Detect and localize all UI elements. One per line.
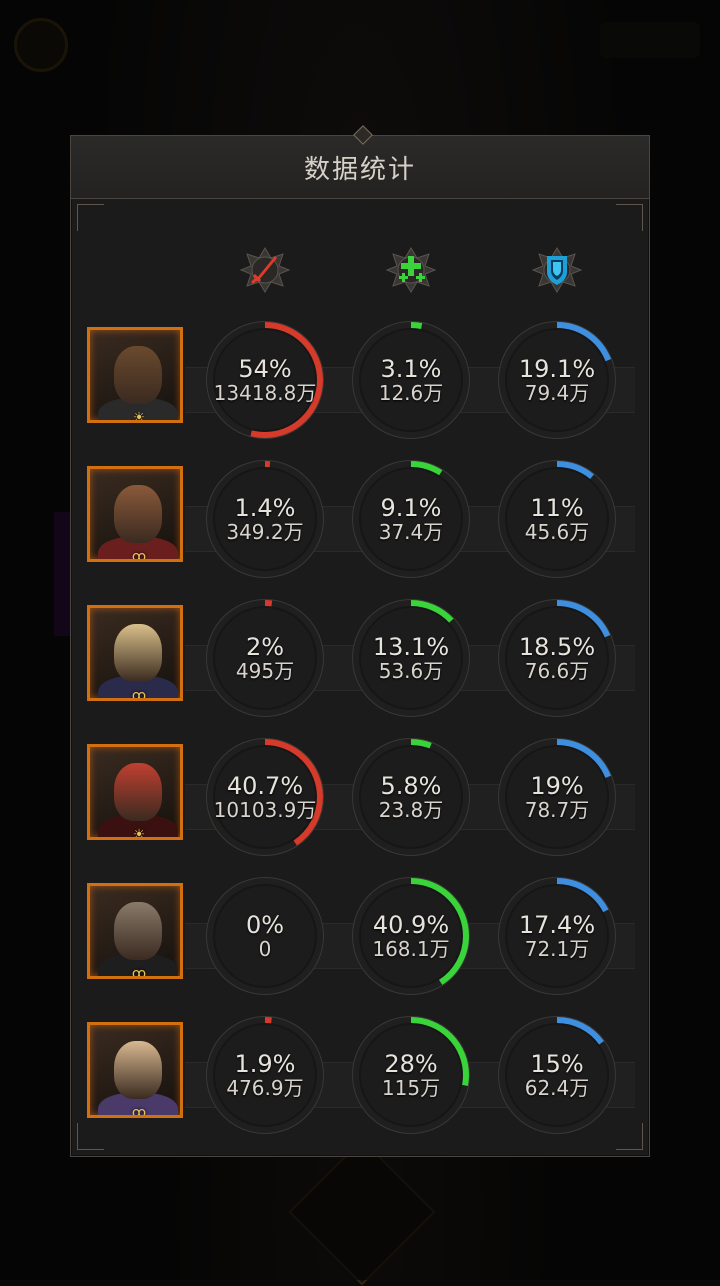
- tank-percent: 11%: [530, 494, 584, 522]
- hero-portrait[interactable]: ꝏ: [87, 1022, 183, 1118]
- damage-amount: 10103.9万: [213, 798, 317, 822]
- heal-share-ring: 3.1% 12.6万: [351, 320, 471, 440]
- tank-amount: 76.6万: [524, 659, 590, 683]
- tank-percent: 17.4%: [518, 911, 596, 939]
- damage-amount: 349.2万: [226, 520, 304, 544]
- damage-share-ring: 1.9% 476.9万: [205, 1015, 325, 1135]
- hero-rank-badge-icon: ꝏ: [131, 1105, 147, 1118]
- damage-share-ring: 1.4% 349.2万: [205, 459, 325, 579]
- hero-stat-row: ꝏ 2% 495万 13.1% 53.6万 18.5% 76.6万: [85, 599, 637, 733]
- tank-amount: 62.4万: [524, 1076, 590, 1100]
- hero-rank-badge-icon: ꝏ: [131, 549, 147, 562]
- heal-percent: 13.1%: [372, 633, 450, 661]
- heal-percent: 28%: [384, 1050, 438, 1078]
- damage-amount: 13418.8万: [213, 381, 317, 405]
- damage-percent: 0%: [245, 911, 285, 939]
- tank-share-ring: 19.1% 79.4万: [497, 320, 617, 440]
- heal-amount: 53.6万: [378, 659, 444, 683]
- hero-portrait[interactable]: ꝏ: [87, 466, 183, 562]
- hero-stat-row: ꝏ 1.9% 476.9万 28% 115万 15% 62.4万: [85, 1016, 637, 1150]
- tank-amount: 45.6万: [524, 520, 590, 544]
- tank-share-ring: 11% 45.6万: [497, 459, 617, 579]
- heal-amount: 37.4万: [378, 520, 444, 544]
- tank-share-ring: 15% 62.4万: [497, 1015, 617, 1135]
- damage-percent: 40.7%: [226, 772, 304, 800]
- hero-portrait[interactable]: ꝏ: [87, 883, 183, 979]
- heal-share-ring: 9.1% 37.4万: [351, 459, 471, 579]
- hero-rank-badge-icon: ꝏ: [131, 688, 147, 701]
- tank-amount: 79.4万: [524, 381, 590, 405]
- heal-amount: 115万: [381, 1076, 441, 1100]
- tank-percent: 19%: [530, 772, 584, 800]
- tank-percent: 18.5%: [518, 633, 596, 661]
- heal-share-ring: 5.8% 23.8万: [351, 737, 471, 857]
- damage-amount: 476.9万: [226, 1076, 304, 1100]
- sword-icon: [239, 244, 291, 296]
- damage-share-ring: 2% 495万: [205, 598, 325, 718]
- hero-stat-row: ꝏ 0% 0 40.9% 168.1万 17.4% 72.1万: [85, 877, 637, 1011]
- heal-percent: 5.8%: [380, 772, 442, 800]
- tank-amount: 78.7万: [524, 798, 590, 822]
- heal-amount: 23.8万: [378, 798, 444, 822]
- corner-ornament: [77, 204, 104, 231]
- panel-header: 数据统计: [71, 125, 649, 199]
- tank-amount: 72.1万: [524, 937, 590, 961]
- hero-rank-badge-icon: ☀: [132, 827, 146, 840]
- heal-amount: 168.1万: [372, 937, 450, 961]
- damage-percent: 1.9%: [234, 1050, 296, 1078]
- tank-percent: 15%: [530, 1050, 584, 1078]
- heal-plus-icon: [385, 244, 437, 296]
- heal-share-ring: 28% 115万: [351, 1015, 471, 1135]
- damage-amount: 495万: [235, 659, 295, 683]
- hero-stat-row: ☀ 40.7% 10103.9万 5.8% 23.8万 19% 78.7万: [85, 738, 637, 872]
- damage-percent: 2%: [245, 633, 285, 661]
- tank-share-ring: 17.4% 72.1万: [497, 876, 617, 996]
- damage-share-ring: 54% 13418.8万: [205, 320, 325, 440]
- damage-amount: 0: [258, 937, 272, 961]
- damage-share-ring: 40.7% 10103.9万: [205, 737, 325, 857]
- panel-title: 数据统计: [303, 154, 416, 185]
- heal-amount: 12.6万: [378, 381, 444, 405]
- tank-share-ring: 19% 78.7万: [497, 737, 617, 857]
- corner-ornament: [616, 204, 643, 231]
- hero-stat-row: ☀ 54% 13418.8万 3.1% 12.6万 19.1% 79.4万: [85, 321, 637, 455]
- hero-stat-row: ꝏ 1.4% 349.2万 9.1% 37.4万 11% 45.6万: [85, 460, 637, 594]
- hero-portrait[interactable]: ☀: [87, 744, 183, 840]
- damage-percent: 54%: [238, 355, 292, 383]
- damage-percent: 1.4%: [234, 494, 296, 522]
- tank-percent: 19.1%: [518, 355, 596, 383]
- heal-share-ring: 13.1% 53.6万: [351, 598, 471, 718]
- heal-share-ring: 40.9% 168.1万: [351, 876, 471, 996]
- hero-portrait[interactable]: ☀: [87, 327, 183, 423]
- hero-rank-badge-icon: ☀: [132, 410, 146, 423]
- shield-icon: [531, 244, 583, 296]
- tank-share-ring: 18.5% 76.6万: [497, 598, 617, 718]
- heal-percent: 3.1%: [380, 355, 442, 383]
- damage-share-ring: 0% 0: [205, 876, 325, 996]
- hero-portrait[interactable]: ꝏ: [87, 605, 183, 701]
- stats-panel: 数据统计 ☀ 54% 13418.8万 3.1% 12.6万 19.1% 79.…: [70, 125, 650, 1157]
- heal-percent: 9.1%: [380, 494, 442, 522]
- heal-percent: 40.9%: [372, 911, 450, 939]
- hero-rank-badge-icon: ꝏ: [131, 966, 147, 979]
